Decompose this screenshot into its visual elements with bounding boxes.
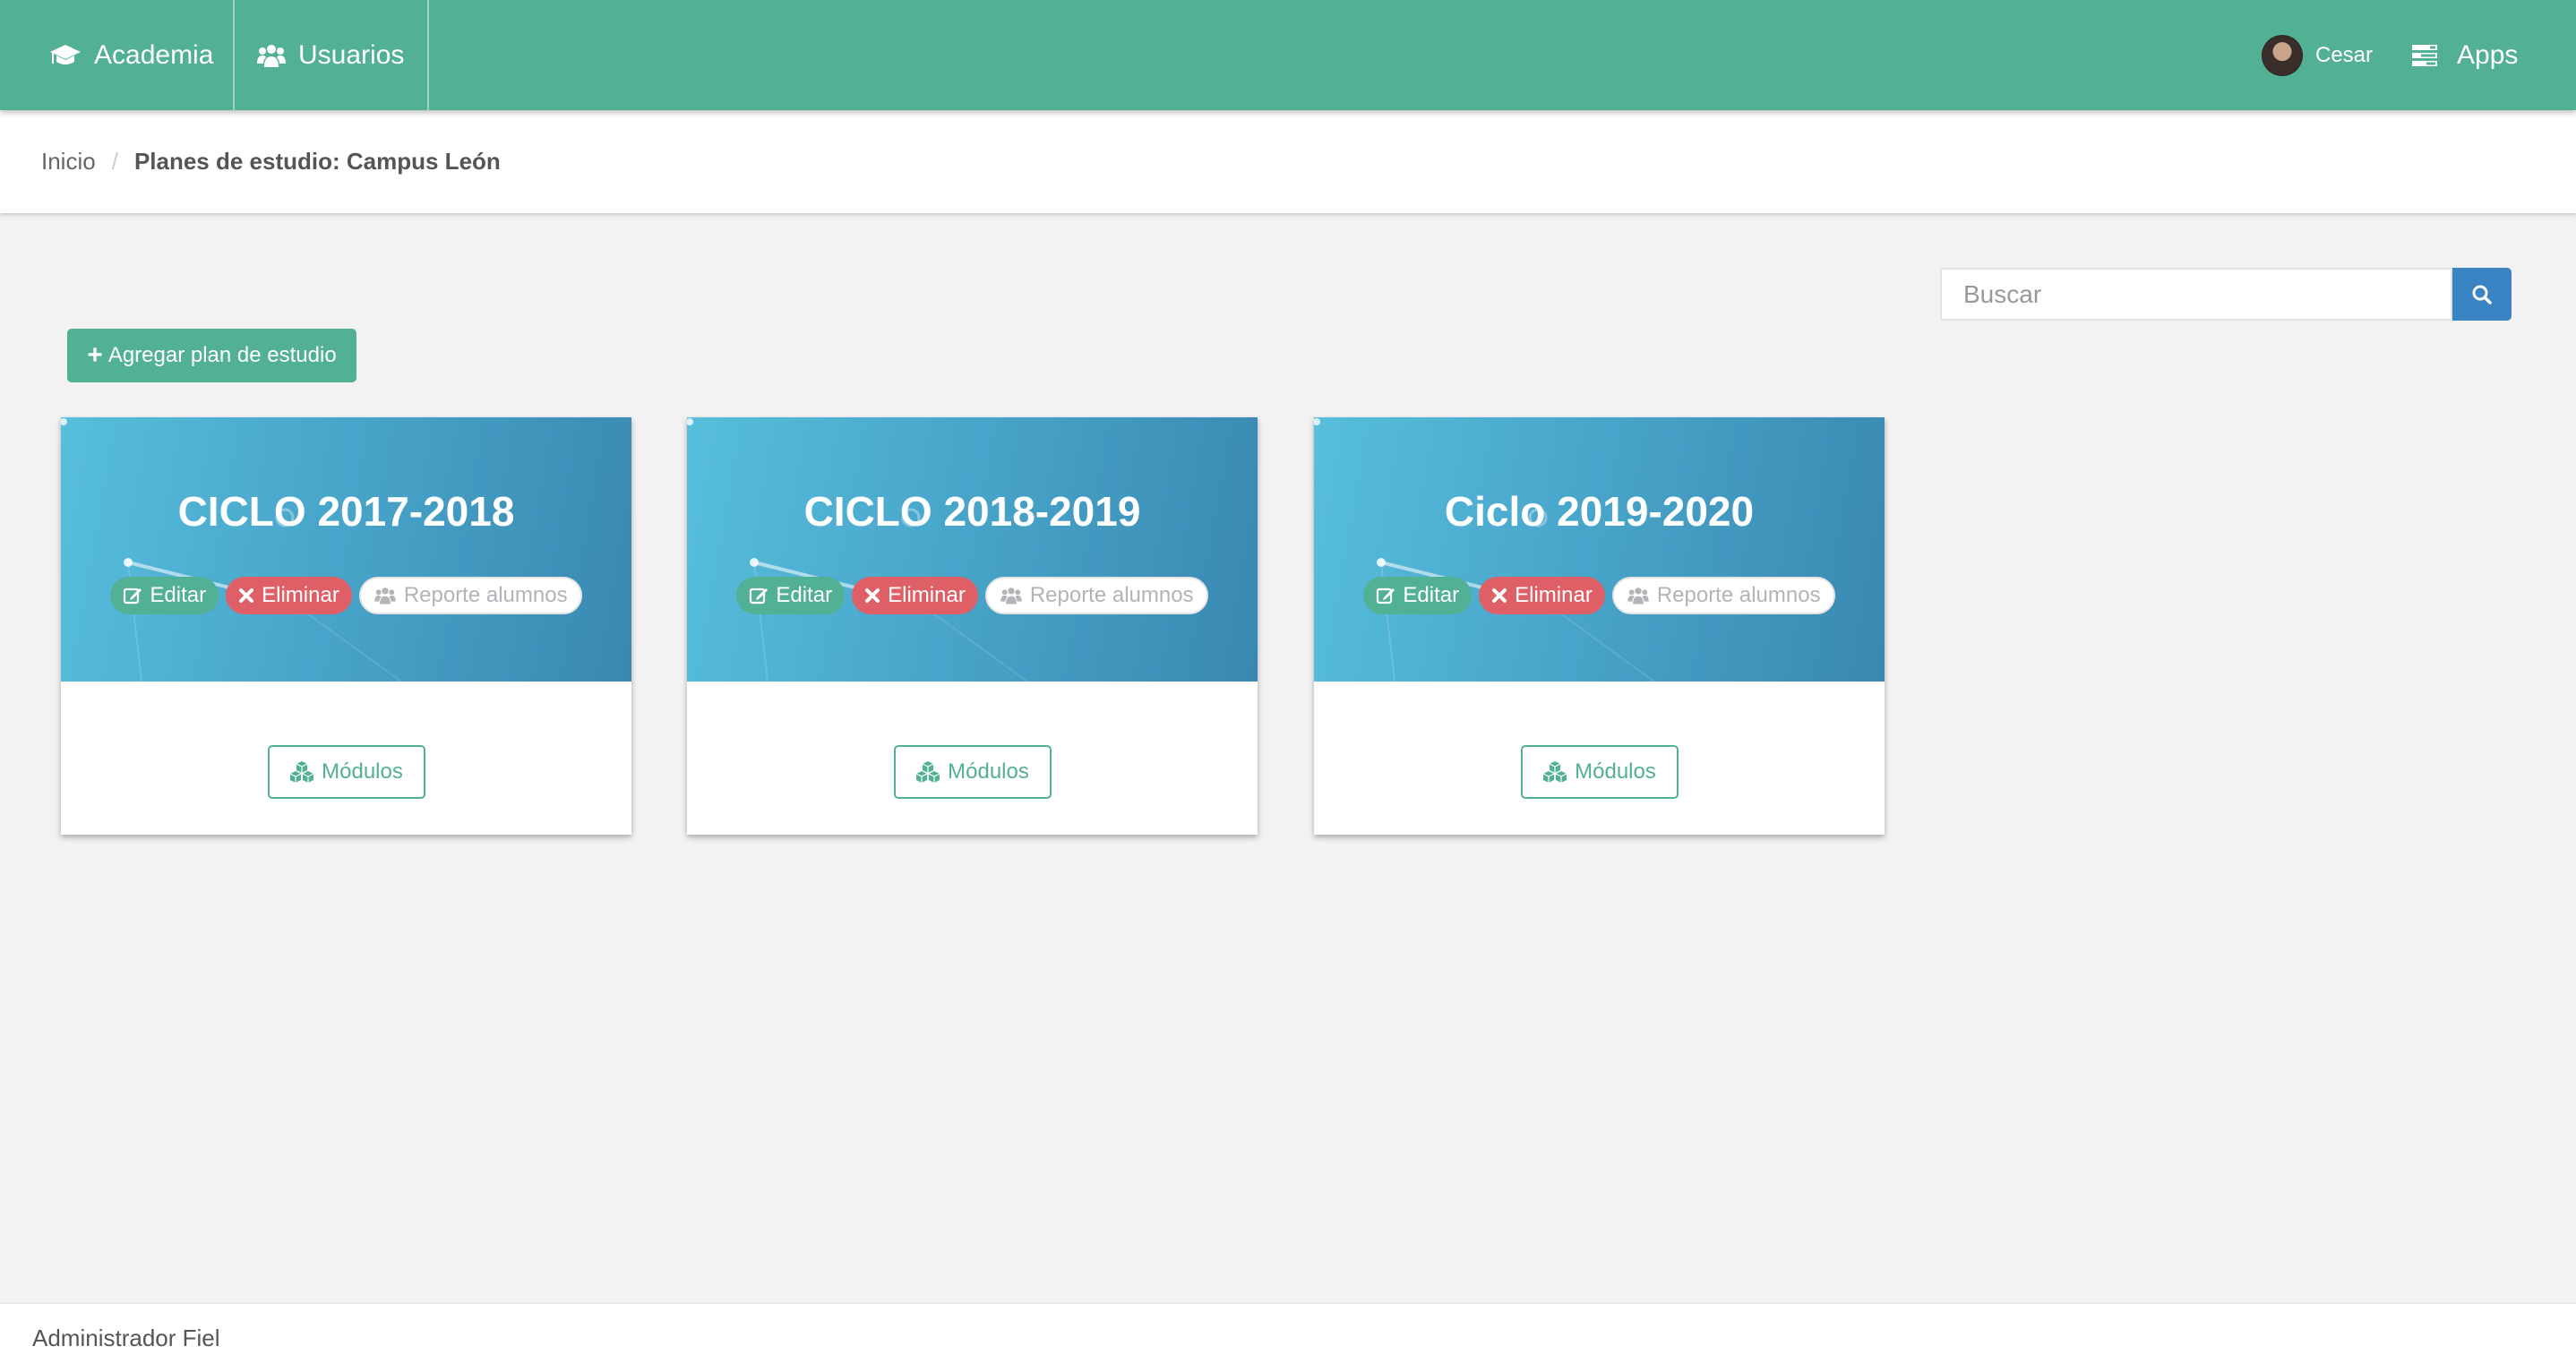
users-icon (257, 42, 286, 69)
card-actions: Editar Eliminar Reporte alumnos (687, 577, 1258, 614)
student-report-button[interactable]: Reporte alumnos (1611, 577, 1835, 614)
card-actions: Editar Eliminar Reporte alumnos (61, 577, 631, 614)
nav-divider (427, 0, 429, 110)
apps-list-icon (2412, 44, 2437, 66)
top-navbar: Academia Usuarios Cesar Apps (0, 0, 2576, 110)
student-report-label: Reporte alumnos (1656, 583, 1821, 607)
search-group (1940, 268, 2512, 321)
close-icon (238, 587, 254, 604)
user-menu[interactable]: Cesar (2262, 0, 2373, 110)
close-icon (1491, 587, 1507, 604)
breadcrumb-current: Planes de estudio: Campus León (133, 148, 501, 175)
edit-label: Editar (776, 583, 833, 607)
edit-button[interactable]: Editar (1363, 577, 1473, 614)
student-report-button[interactable]: Reporte alumnos (358, 577, 582, 614)
users-icon (374, 586, 397, 605)
card-header: Ciclo 2019-2020 Editar Eliminar Reporte … (1314, 417, 1885, 682)
modules-button[interactable]: Módulos (267, 745, 425, 799)
breadcrumb-home-link[interactable]: Inicio (41, 148, 96, 176)
graduation-cap-icon (49, 42, 82, 69)
edit-icon (1376, 586, 1395, 605)
modules-button[interactable]: Módulos (893, 745, 1052, 799)
add-study-plan-button[interactable]: + Agregar plan de estudio (67, 329, 356, 382)
add-study-plan-label: Agregar plan de estudio (107, 343, 337, 367)
card-title: CICLO 2017-2018 (177, 488, 515, 535)
delete-label: Eliminar (262, 583, 339, 607)
card-title: Ciclo 2019-2020 (1444, 488, 1755, 535)
card-header: CICLO 2018-2019 Editar Eliminar Reporte … (687, 417, 1258, 682)
card-title: CICLO 2018-2019 (803, 488, 1141, 535)
users-icon (1000, 586, 1023, 605)
nav-divider (233, 0, 235, 110)
search-button[interactable] (2452, 268, 2512, 321)
student-report-label: Reporte alumnos (403, 583, 568, 607)
footer: Administrador Fiel (0, 1302, 2576, 1372)
delete-button[interactable]: Eliminar (1479, 577, 1605, 614)
nav-usuarios-label: Usuarios (298, 39, 405, 70)
study-plan-card: CICLO 2018-2019 Editar Eliminar Reporte … (687, 417, 1258, 835)
delete-label: Eliminar (888, 583, 966, 607)
student-report-button[interactable]: Reporte alumnos (984, 577, 1208, 614)
network-decoration-icon (687, 418, 1028, 682)
apps-menu[interactable]: Apps (2412, 0, 2518, 110)
edit-label: Editar (1403, 583, 1460, 607)
user-avatar (2262, 34, 2303, 76)
modules-label: Módulos (948, 759, 1029, 784)
edit-icon (749, 586, 769, 605)
nav-usuarios[interactable]: Usuarios (257, 0, 404, 110)
plus-icon: + (87, 340, 103, 370)
delete-button[interactable]: Eliminar (226, 577, 352, 614)
student-report-label: Reporte alumnos (1029, 583, 1194, 607)
network-decoration-icon (1314, 418, 1655, 682)
users-icon (1627, 586, 1650, 605)
breadcrumb-separator: / (111, 148, 118, 175)
edit-button[interactable]: Editar (736, 577, 846, 614)
breadcrumb: Inicio / Planes de estudio: Campus León (0, 110, 2576, 213)
search-icon (2471, 284, 2493, 305)
edit-label: Editar (150, 583, 207, 607)
nav-academia[interactable]: Academia (49, 0, 213, 110)
user-name: Cesar (2315, 42, 2374, 67)
study-plan-card: Ciclo 2019-2020 Editar Eliminar Reporte … (1314, 417, 1885, 835)
cubes-icon (289, 760, 314, 784)
network-decoration-icon (61, 418, 402, 682)
footer-text: Administrador Fiel (32, 1324, 220, 1351)
delete-label: Eliminar (1515, 583, 1593, 607)
modules-button[interactable]: Módulos (1520, 745, 1679, 799)
close-icon (864, 587, 880, 604)
nav-academia-label: Academia (94, 39, 214, 70)
modules-label: Módulos (1575, 759, 1656, 784)
cubes-icon (1542, 760, 1567, 784)
edit-icon (123, 586, 142, 605)
card-header: CICLO 2017-2018 Editar Eliminar Reporte … (61, 417, 631, 682)
delete-button[interactable]: Eliminar (852, 577, 978, 614)
modules-label: Módulos (322, 759, 403, 784)
study-plan-card: CICLO 2017-2018 Editar Eliminar Reporte … (61, 417, 631, 835)
card-actions: Editar Eliminar Reporte alumnos (1314, 577, 1885, 614)
edit-button[interactable]: Editar (110, 577, 219, 614)
search-input[interactable] (1940, 268, 2452, 321)
apps-label: Apps (2457, 39, 2519, 70)
cubes-icon (915, 760, 940, 784)
